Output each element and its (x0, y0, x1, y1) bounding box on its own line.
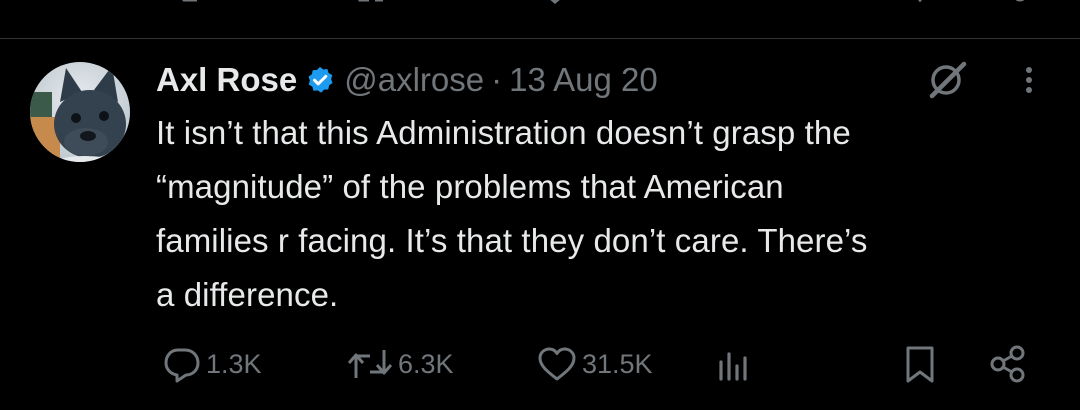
repost-icon[interactable] (355, 0, 389, 8)
tweet-text-line: “magnitude” of the problems that America… (156, 168, 784, 205)
like-icon (538, 347, 576, 381)
verified-badge-icon[interactable] (305, 65, 335, 95)
bookmark-icon[interactable] (905, 0, 935, 8)
reply-button[interactable]: 1.3K (162, 340, 262, 388)
share-button[interactable] (986, 340, 1030, 388)
repost-count: 6.3K (398, 348, 454, 379)
tweet-divider (0, 38, 1080, 39)
reply-icon (164, 348, 200, 383)
views-icon[interactable] (720, 0, 750, 8)
tweet-text-line: families r facing. It’s that they don’t … (156, 222, 868, 259)
like-icon[interactable] (540, 0, 570, 8)
reply-icon[interactable] (170, 0, 200, 8)
views-icon (719, 352, 747, 381)
repost-button[interactable]: 6.3K (346, 340, 454, 388)
more-options-icon[interactable] (1015, 60, 1043, 100)
header-separator: · (491, 61, 503, 98)
grok-icon[interactable] (924, 60, 970, 100)
avatar[interactable] (30, 62, 130, 162)
previous-tweet-action-bar (0, 0, 1080, 8)
repost-icon (347, 350, 393, 378)
reply-count: 1.3K (206, 348, 262, 379)
tweet-text-line: a difference. (156, 276, 339, 313)
like-button[interactable]: 31.5K (536, 340, 653, 388)
share-icon (990, 345, 1025, 383)
bookmark-button[interactable] (900, 340, 940, 388)
views-button[interactable] (714, 340, 754, 388)
share-icon[interactable] (1003, 0, 1037, 8)
display-name[interactable]: Axl Rose (156, 58, 297, 102)
user-handle[interactable]: @axlrose (344, 58, 484, 102)
like-count: 31.5K (582, 348, 653, 379)
tweet-action-bar: 1.3K 6.3K 31.5K (0, 340, 1080, 388)
bookmark-icon (906, 346, 934, 383)
tweet-date[interactable]: 13 Aug 20 (509, 58, 658, 102)
french-bulldog-avatar-image (30, 62, 130, 162)
tweet-header: Axl Rose @axlrose · 13 Aug 20 (156, 58, 658, 102)
tweet-text: It isn’t that this Administration doesn’… (156, 106, 1056, 322)
tweet-text-line: It isn’t that this Administration doesn’… (156, 114, 851, 151)
